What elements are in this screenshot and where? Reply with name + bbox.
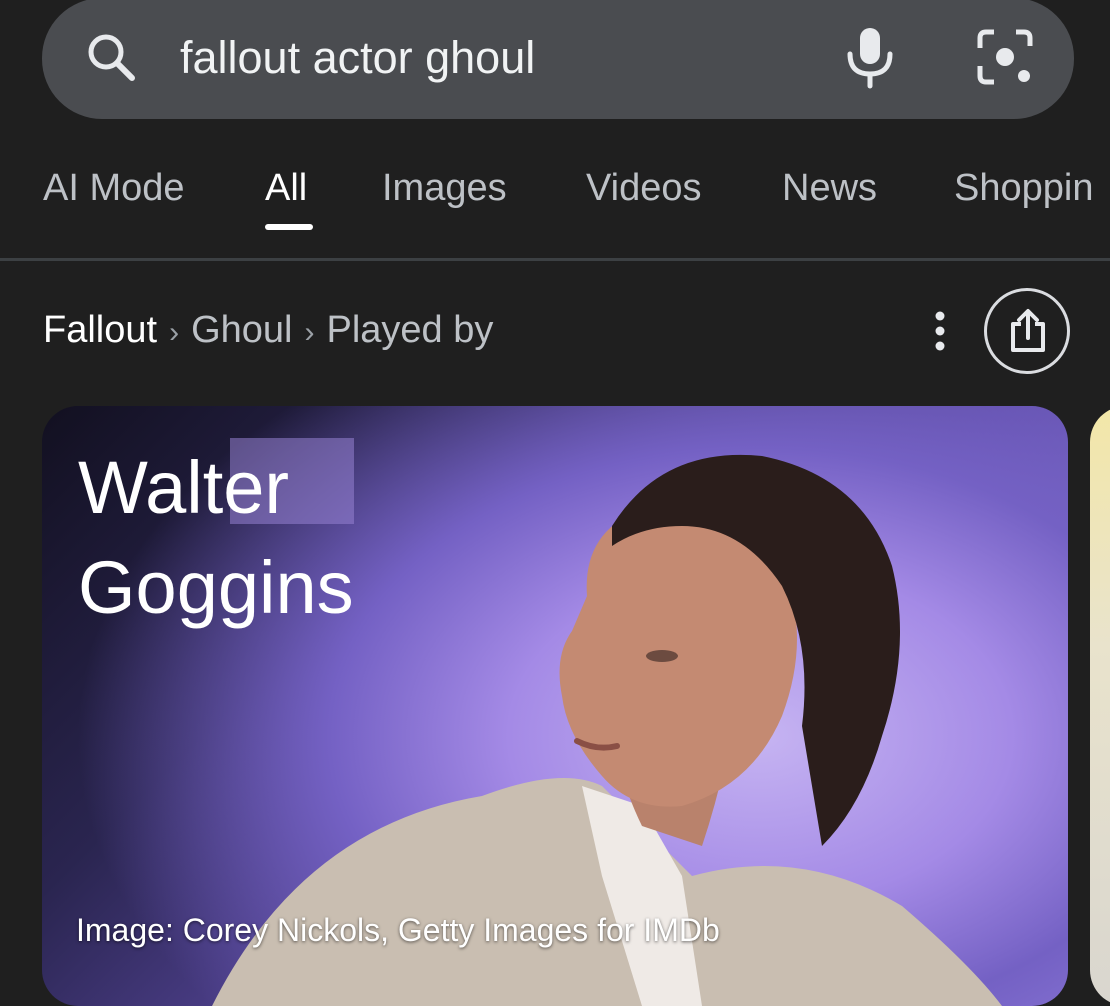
tab-all[interactable]: All (265, 164, 307, 212)
tab-news[interactable]: News (782, 164, 877, 212)
more-options-icon[interactable] (922, 306, 958, 356)
tab-videos[interactable]: Videos (586, 164, 702, 212)
search-bar[interactable]: fallout actor ghoul (42, 0, 1074, 119)
tab-images[interactable]: Images (382, 164, 507, 212)
actor-name-last: Goggins (78, 546, 354, 629)
image-credit: Image: Corey Nickols, Getty Images for I… (76, 912, 720, 948)
breadcrumb: Fallout › Ghoul › Played by (43, 305, 493, 355)
breadcrumb-item-ghoul[interactable]: Ghoul (191, 309, 292, 351)
breadcrumb-separator: › (304, 316, 315, 349)
share-button[interactable] (984, 288, 1070, 374)
next-card-peek[interactable] (1090, 406, 1110, 1006)
search-icon[interactable] (82, 28, 142, 88)
actor-name-first: Walter (78, 446, 290, 529)
mic-icon[interactable] (842, 24, 898, 90)
breadcrumb-item-played-by: Played by (326, 309, 494, 351)
lens-icon[interactable] (972, 24, 1038, 90)
search-tabs: AI Mode All Images Videos News Shoppin (0, 150, 1110, 260)
breadcrumb-item-fallout[interactable]: Fallout (43, 309, 157, 351)
tab-ai-mode[interactable]: AI Mode (43, 164, 185, 212)
search-input[interactable]: fallout actor ghoul (180, 28, 535, 88)
share-icon (1011, 309, 1045, 352)
active-tab-indicator (265, 224, 313, 230)
actor-card[interactable]: Walter Goggins Image: Corey Nickols, Get… (42, 406, 1068, 1006)
tabs-divider (0, 258, 1110, 261)
tab-shopping[interactable]: Shoppin (954, 164, 1093, 212)
breadcrumb-separator: › (169, 316, 180, 349)
